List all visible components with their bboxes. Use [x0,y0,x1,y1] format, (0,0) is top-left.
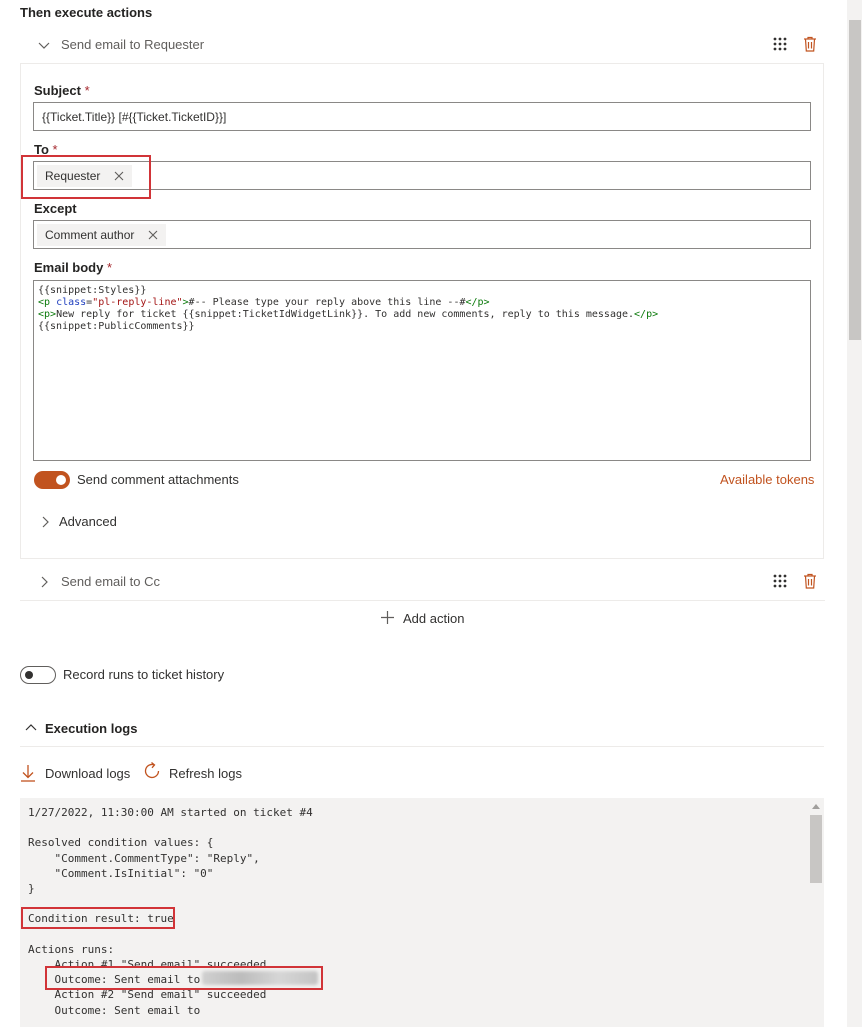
log-line: "Comment.CommentType": "Reply", [28,851,260,865]
log-line: Actions runs: [28,942,115,956]
send-attachments-toggle[interactable] [34,471,70,489]
log-line: Resolved condition values: { [28,836,214,850]
download-logs-button[interactable]: Download logs [20,763,135,783]
action-label: Send email to Requester [61,37,205,52]
toggle-knob [25,671,33,679]
subject-input[interactable]: {{Ticket.Title}} [#{{Ticket.TicketID}}] [33,102,811,131]
subject-value: {{Ticket.Title}} [#{{Ticket.TicketID}}] [42,110,227,124]
chevron-right-icon[interactable] [36,574,52,590]
drag-handle-icon[interactable] [773,574,787,588]
available-tokens-link[interactable]: Available tokens [720,472,814,487]
execution-logs-title: Execution logs [45,721,138,736]
log-line: "Comment.IsInitial": "0" [28,866,214,880]
refresh-logs-label: Refresh logs [169,766,242,781]
log-line: 1/27/2022, 11:30:00 AM started on ticket… [28,806,313,819]
except-label: Except [34,201,77,216]
action-label: Send email to Cc [61,574,160,589]
chip-label: Comment author [45,228,135,242]
refresh-icon [144,761,160,779]
plus-icon [381,611,394,624]
code-line: <p class="pl-reply-line">#-- Please type… [38,297,490,308]
email-body-editor[interactable]: {{snippet:Styles}} <p class="pl-reply-lin… [33,280,811,461]
toggle-knob [56,475,66,485]
delete-icon[interactable] [803,573,817,589]
log-scrollbar-thumb[interactable] [810,815,822,883]
advanced-expander[interactable]: Advanced [40,514,130,530]
log-line: } [28,882,35,896]
section-title: Then execute actions [20,5,153,20]
except-chip-comment-author: Comment author [37,224,167,246]
refresh-logs-button[interactable]: Refresh logs [142,761,247,783]
advanced-label: Advanced [59,514,117,529]
highlight-box-to [21,155,151,199]
record-runs-label: Record runs to ticket history [63,667,225,682]
highlight-box-outcome [45,966,323,990]
chevron-right-icon [42,516,49,528]
except-input[interactable]: Comment author [33,220,811,249]
drag-handle-icon[interactable] [773,37,787,51]
add-action-label: Add action [403,611,465,626]
remove-chip-icon[interactable] [148,230,158,240]
page-scrollbar-thumb[interactable] [849,20,861,340]
add-action-button[interactable]: Add action [380,609,490,627]
record-runs-toggle[interactable] [20,666,56,684]
delete-icon[interactable] [803,36,817,52]
subject-label: Subject * [34,83,90,98]
scroll-up-arrow-icon[interactable] [812,803,820,809]
execution-logs-header[interactable]: Execution logs [20,713,824,747]
action-header-send-email-cc[interactable]: Send email to Cc [20,562,825,601]
code-line: <p>New reply for ticket {{snippet:Ticket… [38,309,659,320]
send-attachments-label: Send comment attachments [77,472,239,487]
action-header-send-email-requester[interactable]: Send email to Requester [20,25,825,63]
download-logs-label: Download logs [45,766,131,781]
code-line: {{snippet:Styles}} [38,285,147,296]
highlight-box-condition-result [21,907,175,929]
download-icon [21,765,35,782]
chevron-up-icon[interactable] [25,722,37,732]
email-body-label: Email body * [34,260,113,275]
code-line: {{snippet:PublicComments}} [38,321,195,332]
log-line: Outcome: Sent email to [28,1003,201,1017]
chevron-down-icon[interactable] [36,37,52,53]
email-body-code: {{snippet:Styles}} <p class="pl-reply-lin… [38,285,658,333]
